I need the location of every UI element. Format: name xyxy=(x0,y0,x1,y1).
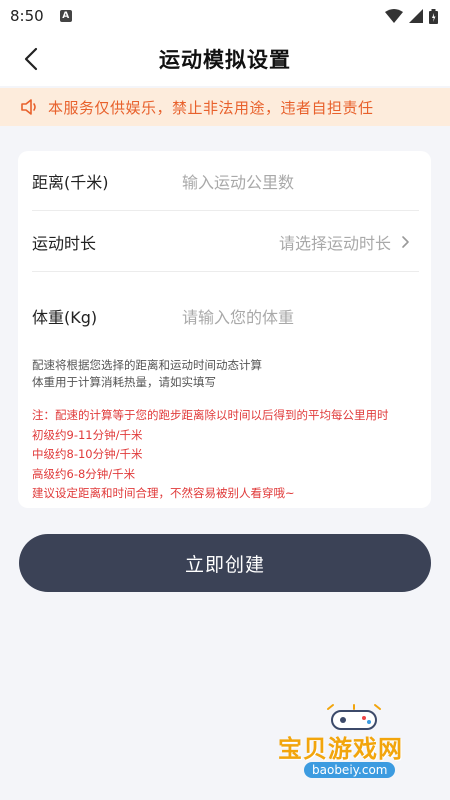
speaker-icon xyxy=(21,99,36,115)
page-title: 运动模拟设置 xyxy=(159,48,291,72)
back-button[interactable] xyxy=(16,44,46,74)
hint-text: 配速将根据您选择的距离和运动时间动态计算 体重用于计算消耗热量，请如实填写 xyxy=(32,357,262,391)
weight-label: 体重(Kg) xyxy=(32,308,98,327)
watermark-title: 宝贝游戏网 xyxy=(278,735,403,763)
distance-row[interactable]: 距离(千米) 输入运动公里数 xyxy=(32,151,419,211)
weight-row[interactable]: 体重(Kg) 请输入您的体重 xyxy=(32,286,419,346)
note-line: 建议设定距离和时间合理，不然容易被别人看穿哦~ xyxy=(32,486,295,500)
notification-app-icon: A xyxy=(59,10,72,22)
note-line: 注：配速的计算等于您的跑步距离除以时间以后得到的平均每公里用时 xyxy=(32,408,389,422)
status-bar: 8:50 A xyxy=(0,0,450,32)
note-line: 中级约8-10分钟/千米 xyxy=(32,447,143,461)
watermark-url: baobeiy.com xyxy=(304,762,396,778)
distance-label: 距离(千米) xyxy=(32,172,109,192)
weight-input[interactable]: 请输入您的体重 xyxy=(182,304,419,328)
duration-row[interactable]: 运动时长 请选择运动时长 xyxy=(32,212,419,272)
watermark-logo: 宝贝游戏网 baobeiy.com xyxy=(278,703,438,793)
app-header: 运动模拟设置 xyxy=(0,32,450,86)
duration-label: 运动时长 xyxy=(32,233,97,253)
battery-icon xyxy=(429,8,438,24)
hint-line: 体重用于计算消耗热量，请如实填写 xyxy=(32,375,216,389)
signal-icon xyxy=(409,9,423,23)
note-line: 初级约9-11分钟/千米 xyxy=(32,427,143,442)
notice-banner: 本服务仅供娱乐，禁止非法用途，违者自担责任 xyxy=(0,88,450,126)
distance-input[interactable]: 输入运动公里数 xyxy=(182,169,419,193)
create-button[interactable]: 立即创建 xyxy=(19,534,431,592)
status-time: 8:50 xyxy=(10,7,44,25)
duration-select[interactable]: 请选择运动时长 xyxy=(182,230,399,254)
status-icons xyxy=(385,8,438,24)
settings-card: 距离(千米) 输入运动公里数 运动时长 请选择运动时长 体重(Kg) 请输入您的… xyxy=(18,151,431,508)
back-arrow-icon xyxy=(24,47,38,71)
note-line: 高级约6-8分钟/千米 xyxy=(32,466,136,481)
notice-text: 本服务仅供娱乐，禁止非法用途，违者自担责任 xyxy=(48,98,374,117)
hint-line: 配速将根据您选择的距离和运动时间动态计算 xyxy=(32,358,262,372)
pace-note: 注：配速的计算等于您的跑步距离除以时间以后得到的平均每公里用时 初级约9-11分… xyxy=(32,406,389,504)
chevron-right-icon xyxy=(402,235,409,248)
wifi-icon xyxy=(385,9,403,23)
